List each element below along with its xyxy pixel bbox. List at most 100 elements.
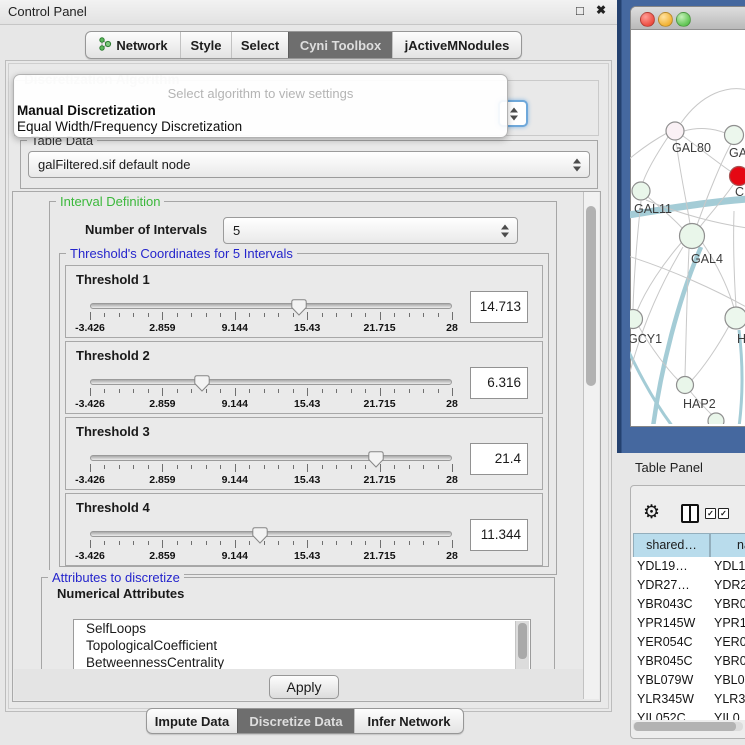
slider-tick-label: 9.144 — [222, 398, 248, 410]
scrollbar-thumb[interactable] — [586, 206, 596, 386]
list-scrollbar[interactable] — [515, 621, 529, 669]
gear-icon[interactable]: ⚙ — [643, 503, 660, 522]
network-node-h[interactable] — [725, 307, 745, 329]
threshold-slider[interactable]: -3.4262.8599.14415.4321.71528 — [90, 446, 452, 486]
slider-track[interactable] — [90, 531, 452, 537]
slider-tick — [438, 465, 439, 469]
slider-tick — [322, 389, 323, 393]
float-window-icon[interactable]: □ — [576, 3, 584, 18]
threshold-value-input[interactable]: 11.344 — [470, 519, 528, 551]
threshold-label: Threshold 1 — [76, 272, 150, 287]
slider-tick — [133, 465, 134, 469]
slider-tick — [423, 465, 424, 469]
attribute-list-item[interactable]: TopologicalCoefficient — [74, 637, 530, 654]
attribute-list-item[interactable]: SelfLoops — [74, 620, 530, 637]
slider-tick-label: 2.859 — [149, 474, 175, 486]
tab-cyni-toolbox[interactable]: Cyni Toolbox — [288, 32, 392, 58]
column-header-name[interactable]: na — [710, 533, 745, 558]
list-scrollbar-thumb[interactable] — [518, 623, 527, 659]
threshold-slider[interactable]: -3.4262.8599.14415.4321.71528 — [90, 370, 452, 410]
slider-tick — [278, 313, 279, 317]
network-edge[interactable] — [684, 129, 725, 133]
number-of-intervals-combobox[interactable]: 5 — [223, 217, 518, 244]
threshold-slider[interactable]: -3.4262.8599.14415.4321.71528 — [90, 522, 452, 562]
slider-tick-label: -3.426 — [75, 322, 105, 334]
dropdown-option-equal-width[interactable]: Equal Width/Frequency Discretization — [17, 119, 242, 134]
threshold-value-input[interactable]: 6.316 — [470, 367, 528, 399]
network-node-hap2[interactable] — [677, 377, 694, 394]
checkbox-checked-icon[interactable]: ✓ — [718, 508, 729, 519]
slider-tick-label: 9.144 — [222, 550, 248, 562]
settings-vertical-scrollbar[interactable] — [583, 192, 599, 699]
table-row[interactable]: YDL19…YDL1 — [632, 557, 745, 576]
slider-tick-label: 9.144 — [222, 322, 248, 334]
slider-tick-label: 2.859 — [149, 322, 175, 334]
slider-tick — [365, 313, 366, 317]
cell-name: YDL1 — [714, 557, 745, 576]
tab-impute-data[interactable]: Impute Data — [147, 709, 237, 733]
slider-tick — [409, 541, 410, 545]
tab-jactivemnodules[interactable]: jActiveMNodules — [392, 32, 521, 58]
tab-infer-network[interactable]: Infer Network — [354, 709, 463, 733]
network-edge[interactable] — [697, 144, 731, 225]
checkbox-checked-icon[interactable]: ✓ — [705, 508, 716, 519]
network-node-gal11[interactable] — [632, 182, 650, 200]
zoom-window-icon[interactable] — [676, 12, 691, 27]
column-header-shared-name[interactable]: shared… — [633, 533, 710, 558]
table-horizontal-scrollbar[interactable] — [633, 722, 743, 731]
slider-track[interactable] — [90, 455, 452, 461]
table-row[interactable]: YBR043CYBR0 — [632, 595, 745, 614]
numerical-attributes-list[interactable]: SelfLoopsTopologicalCoefficientBetweenne… — [73, 619, 531, 671]
slider-thumb[interactable] — [291, 299, 307, 316]
close-window-icon[interactable] — [640, 12, 655, 27]
close-panel-icon[interactable]: ✖ — [596, 3, 606, 17]
network-canvas[interactable]: GAL80GACGAL11GAL4GCY1HHAP2 — [630, 28, 745, 424]
cell-shared-name: YDR27… — [637, 576, 690, 595]
control-panel-titlebar: Control Panel □ ✖ — [0, 0, 617, 25]
slider-tick — [336, 313, 337, 317]
table-row[interactable]: YDR27…YDR2 — [632, 576, 745, 595]
table-row[interactable]: YBL079WYBL0 — [632, 671, 745, 690]
table-data-combobox[interactable]: galFiltered.sif default node — [28, 151, 590, 178]
threshold-value-input[interactable]: 14.713 — [470, 291, 528, 323]
slider-thumb[interactable] — [252, 527, 268, 544]
minimize-window-icon[interactable] — [658, 12, 673, 27]
network-node-c[interactable] — [730, 167, 745, 186]
slider-tick — [220, 389, 221, 393]
network-edge[interactable] — [692, 326, 729, 380]
apply-button[interactable]: Apply — [269, 675, 339, 699]
table-row[interactable]: YPR145WYPR1 — [632, 614, 745, 633]
table-scrollbar-thumb[interactable] — [634, 722, 736, 731]
tab-select[interactable]: Select — [231, 32, 288, 58]
slider-track[interactable] — [90, 303, 452, 309]
network-edge[interactable] — [643, 137, 668, 182]
threshold-value-input[interactable]: 21.4 — [470, 443, 528, 475]
tab-style[interactable]: Style — [180, 32, 231, 58]
table-row[interactable]: YLR345WYLR3 — [632, 690, 745, 709]
slider-tick-label: 21.715 — [364, 474, 396, 486]
number-of-intervals-value: 5 — [233, 223, 240, 238]
network-edge[interactable] — [681, 89, 745, 123]
table-row[interactable]: YBR045CYBR0 — [632, 652, 745, 671]
network-node-gcy1[interactable] — [630, 310, 643, 329]
network-edge[interactable] — [637, 243, 681, 311]
threshold-slider[interactable]: -3.4262.8599.14415.4321.71528 — [90, 294, 452, 334]
slider-thumb[interactable] — [368, 451, 384, 468]
network-edge[interactable] — [685, 249, 689, 376]
network-node-gal4[interactable] — [680, 224, 705, 249]
slider-tick — [104, 541, 105, 545]
split-columns-icon[interactable] — [681, 504, 699, 523]
table-row[interactable]: YER054CYER0 — [632, 633, 745, 652]
slider-track[interactable] — [90, 379, 452, 385]
tab-network[interactable]: Network — [86, 32, 180, 58]
dropdown-option-manual[interactable]: Manual Discretization — [17, 103, 156, 118]
network-node-ga[interactable] — [725, 126, 744, 145]
table-row[interactable]: YIL052CYIL0 — [632, 709, 745, 720]
cell-shared-name: YER054C — [637, 633, 693, 652]
slider-thumb[interactable] — [194, 375, 210, 392]
network-window-titlebar[interactable] — [631, 7, 745, 30]
network-node[interactable] — [708, 413, 724, 424]
network-node-gal80[interactable] — [666, 122, 684, 140]
tab-discretize-data[interactable]: Discretize Data — [237, 709, 354, 733]
cell-shared-name: YBL079W — [637, 671, 693, 690]
